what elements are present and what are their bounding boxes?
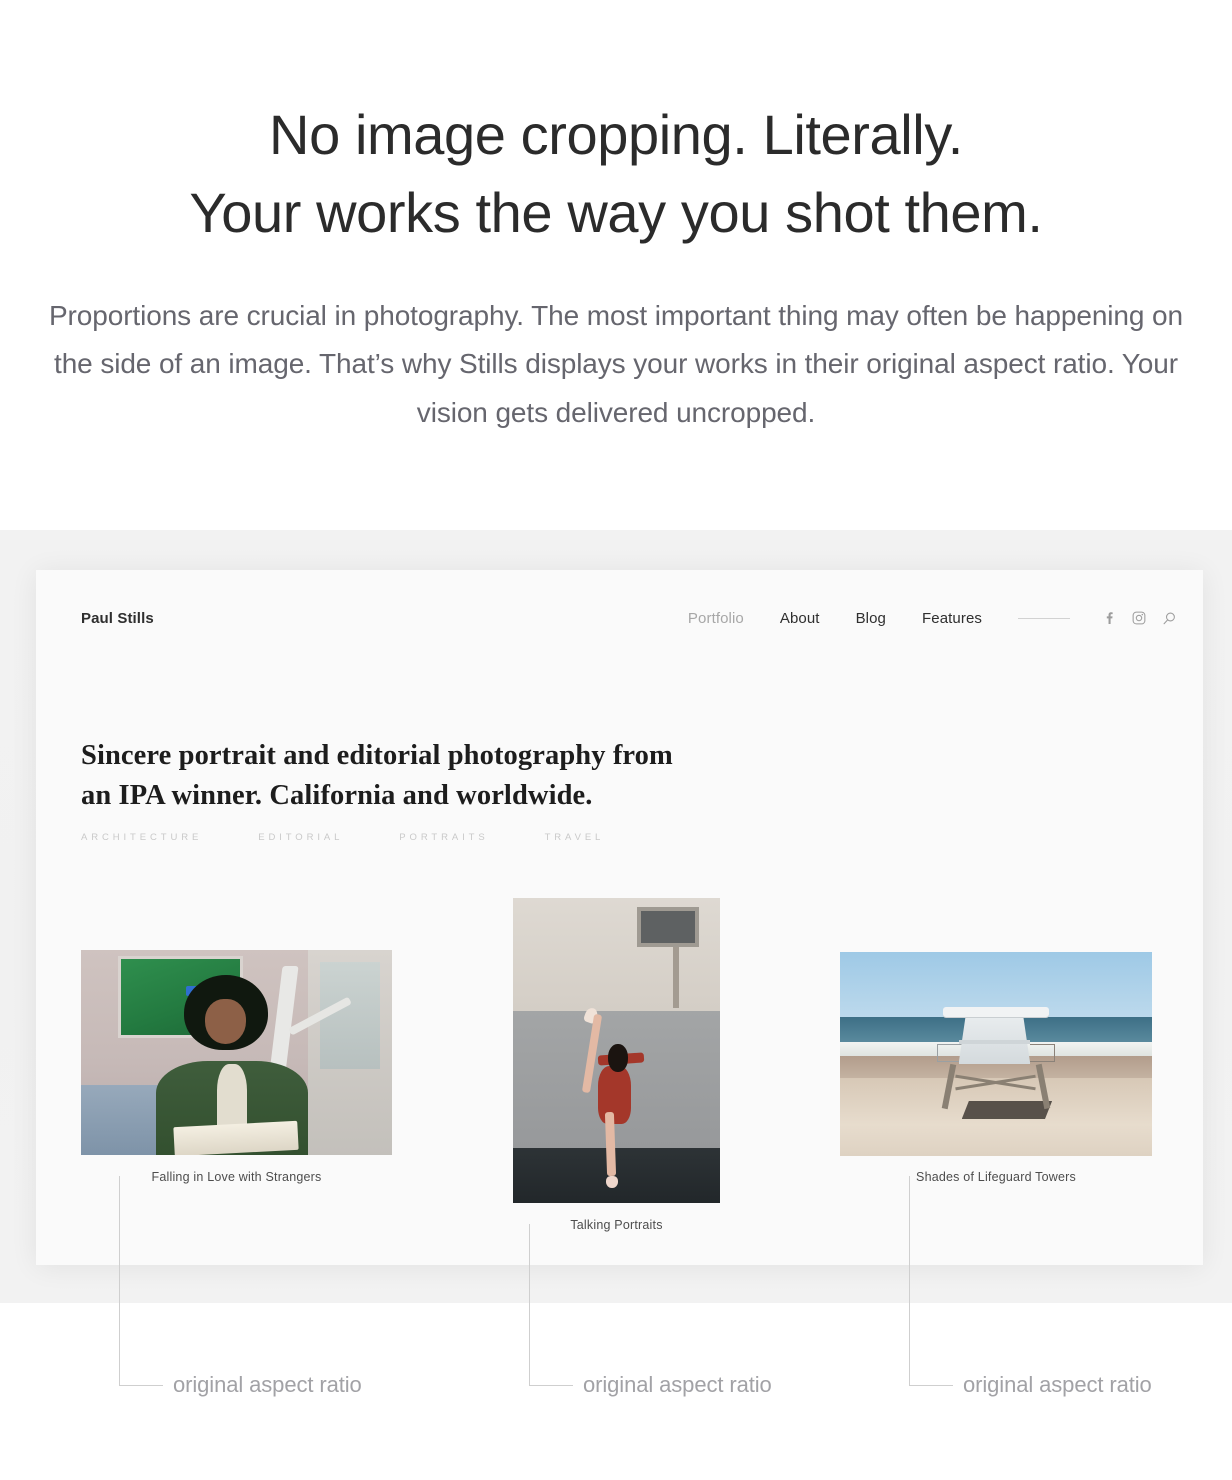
annotation-label-2: original aspect ratio (583, 1372, 772, 1397)
leader-line-horizontal-1 (119, 1385, 163, 1386)
annotation-layer: original aspect ratio original aspect ra… (0, 0, 1232, 1480)
annotation-label-3: original aspect ratio (963, 1372, 1152, 1397)
leader-line-horizontal-3 (909, 1385, 953, 1386)
leader-line-horizontal-2 (529, 1385, 573, 1386)
annotation-label-1: original aspect ratio (173, 1372, 362, 1397)
page-root: No image cropping. Literally. Your works… (0, 0, 1232, 1480)
leader-line-vertical-2 (529, 1224, 530, 1385)
leader-line-vertical-1 (119, 1176, 120, 1385)
leader-line-vertical-3 (909, 1176, 910, 1385)
